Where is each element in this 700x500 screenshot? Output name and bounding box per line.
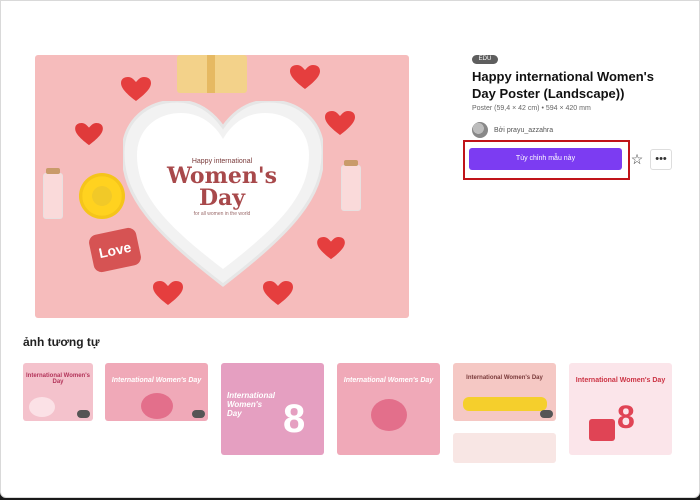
edu-badge: EDU [472,55,498,64]
thumbnail-title: International Women's Day [111,377,202,384]
number-eight-art: 8 [283,397,306,441]
similar-thumbnail[interactable]: International Women's Day [337,363,440,455]
template-type-icon [192,410,205,418]
avatar[interactable] [472,122,488,138]
customize-template-button[interactable]: Tùy chỉnh mẫu này [469,148,622,170]
similar-thumbnail[interactable] [453,433,556,463]
heart-text-block: Happy international Women's Day for all … [35,158,409,217]
similar-heading: ảnh tương tự [23,335,100,349]
similar-thumbnail[interactable]: International Women's Day [105,363,208,421]
template-type-icon [540,410,553,418]
thumbnail-art [29,397,55,417]
similar-thumbnail[interactable]: International Women's Day 8 [221,363,324,455]
heart-title-line1: Women's [167,163,277,189]
heart-decoration [325,111,355,135]
template-dimensions: Poster (59,4 × 42 cm) • 594 × 420 mm [472,105,591,112]
thumbnail-title: International Women's Day [26,373,90,385]
gift-box-decoration [177,55,247,93]
similar-thumbnail[interactable]: International Women's Day 8 [569,363,672,455]
more-options-icon[interactable]: ••• [650,149,672,170]
author-name[interactable]: prayu_azzahra [507,127,553,134]
author-prefix: Bởi [494,126,505,134]
thumbnail-art [141,393,173,419]
thumbnail-title: International Women's Day [343,377,434,384]
heart-decoration [290,65,320,89]
thumbnail-title: International Women's Day [227,391,276,418]
template-type-icon [77,410,90,418]
heart-footer: for all women in the world [193,211,251,217]
author-row[interactable]: Bởi prayu_azzahra [472,122,553,138]
heart-title-line2: Day [198,185,246,211]
similar-thumbnail[interactable]: International Women's Day [23,363,93,421]
template-title: Happy international Women's Day Poster (… [472,69,654,101]
similar-thumbnail[interactable]: International Women's Day [453,363,556,421]
thumbnail-art [463,397,547,411]
thumbnail-title: International Women's Day [466,375,543,381]
heart-decoration [121,77,151,101]
heart-decoration [75,123,103,146]
thumbnail-title: International Women's Day [575,377,666,384]
number-eight-art: 8 [617,399,635,435]
star-icon[interactable]: ☆ [628,149,646,169]
thumbnail-art [371,399,407,431]
gift-art [589,419,615,441]
template-detail-page: Love Happy international Women's Day for… [0,0,700,498]
template-preview-image[interactable]: Love Happy international Women's Day for… [35,55,409,318]
